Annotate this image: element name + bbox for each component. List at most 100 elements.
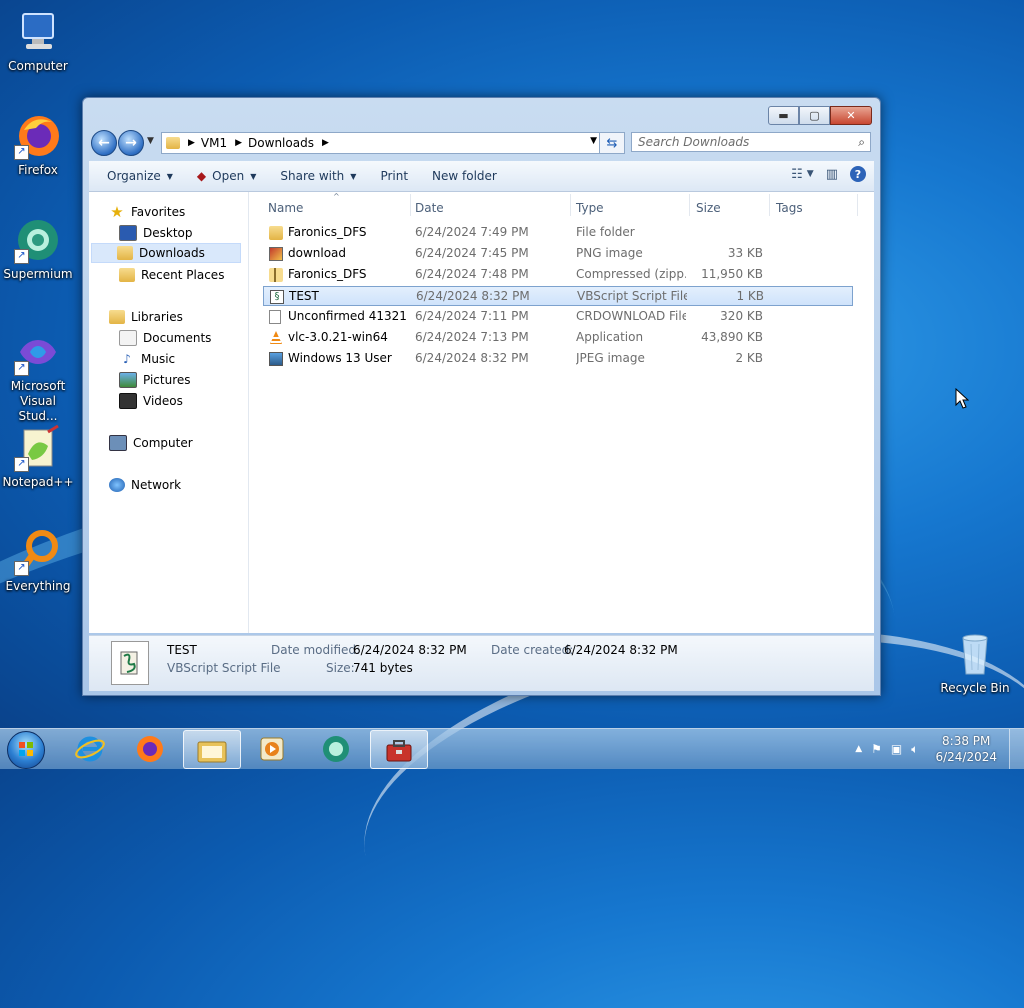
column-header-name[interactable]: Name — [268, 198, 303, 218]
print-button[interactable]: Print — [368, 169, 420, 183]
column-header-tags[interactable]: Tags — [776, 198, 803, 218]
help-icon[interactable]: ? — [850, 166, 866, 182]
view-options-dropdown[interactable]: ▼ — [807, 169, 814, 179]
file-type: File folder — [576, 225, 635, 239]
folder-icon — [269, 226, 283, 240]
navigation-pane: ★ Favorites Desktop Downloads Recent Plac… — [89, 192, 249, 633]
maximize-button[interactable]: ▢ — [799, 106, 830, 125]
show-desktop-button[interactable] — [1009, 729, 1024, 769]
taskbar-internet-explorer[interactable] — [62, 730, 118, 767]
nav-downloads[interactable]: Downloads — [91, 243, 241, 263]
column-header-type[interactable]: Type — [576, 198, 604, 218]
breadcrumb-arrow-icon[interactable]: ▶ — [322, 138, 329, 148]
nav-videos[interactable]: Videos — [119, 391, 183, 411]
nav-recent-places[interactable]: Recent Places — [119, 265, 224, 285]
file-type: VBScript Script File — [577, 289, 687, 303]
volume-muted-icon[interactable]: 🔈︎ — [911, 742, 918, 757]
nav-label: Documents — [143, 331, 212, 345]
file-name: Faronics_DFS — [288, 225, 367, 239]
desktop-icon-firefox[interactable]: ↗ Firefox — [0, 112, 76, 178]
refresh-button[interactable]: ⇆ — [599, 132, 625, 154]
nav-label: Favorites — [131, 205, 186, 219]
mouse-cursor-icon — [955, 388, 969, 409]
documents-icon — [119, 330, 137, 346]
new-folder-button[interactable]: New folder — [420, 169, 509, 183]
breadcrumb-vm1[interactable]: VM1 — [201, 136, 227, 150]
nav-music[interactable]: ♪ Music — [119, 349, 175, 369]
share-with-button[interactable]: Share with ▼ — [268, 169, 368, 183]
file-row[interactable]: download 6/24/2024 7:45 PM PNG image 33 … — [263, 244, 853, 264]
taskbar-supermium[interactable] — [308, 730, 364, 767]
column-divider[interactable] — [857, 194, 858, 216]
change-view-icon[interactable]: ☷ — [791, 167, 803, 182]
breadcrumb-downloads[interactable]: Downloads — [248, 136, 314, 150]
taskbar-media-player[interactable] — [244, 730, 300, 767]
search-icon[interactable]: ⌕ — [858, 135, 865, 150]
clock[interactable]: 8:38 PM 6/24/2024 — [935, 733, 997, 765]
column-divider[interactable] — [410, 194, 411, 216]
nav-computer[interactable]: Computer — [109, 433, 193, 453]
column-divider[interactable] — [769, 194, 770, 216]
desktop-icon-label: Firefox — [18, 163, 58, 177]
show-hidden-icons-arrow[interactable]: ▲ — [855, 744, 862, 754]
start-button[interactable] — [7, 731, 45, 769]
desktop-icon-label: Recycle Bin — [940, 681, 1010, 695]
breadcrumb-arrow-icon[interactable]: ▶ — [188, 138, 195, 148]
file-row-selected[interactable]: § TEST 6/24/2024 8:32 PM VBScript Script… — [263, 286, 853, 306]
address-history-dropdown[interactable]: ▼ — [590, 136, 597, 146]
action-center-flag-icon[interactable]: ⚑ — [871, 742, 882, 756]
column-header-date[interactable]: Date — [415, 198, 444, 218]
close-button[interactable]: ✕ — [830, 106, 872, 125]
firefox-icon — [137, 735, 163, 762]
recent-pages-dropdown[interactable]: ▼ — [147, 136, 154, 146]
file-row[interactable]: Faronics_DFS 6/24/2024 7:49 PM File fold… — [263, 223, 853, 243]
nav-pictures[interactable]: Pictures — [119, 370, 191, 390]
shortcut-arrow-icon: ↗ — [14, 249, 29, 264]
desktop-icon-label: Notepad++ — [2, 475, 74, 489]
address-bar[interactable]: ▶ VM1 ▶ Downloads ▶ ▼ — [161, 132, 600, 154]
organize-button[interactable]: Organize ▼ — [89, 169, 185, 183]
taskbar-firefox[interactable] — [122, 730, 178, 767]
nav-libraries[interactable]: Libraries — [109, 307, 183, 327]
file-row[interactable]: Faronics_DFS 6/24/2024 7:48 PM Compresse… — [263, 265, 853, 285]
open-button[interactable]: ◆ Open ▼ — [185, 169, 268, 183]
desktop-icon-everything[interactable]: ↗ Everything — [0, 528, 76, 594]
column-header-size[interactable]: Size — [696, 198, 721, 218]
supermium-icon: ↗ — [14, 216, 62, 264]
column-divider[interactable] — [570, 194, 571, 216]
file-size: 43,890 KB — [701, 330, 763, 344]
search-box[interactable]: Search Downloads ⌕ — [631, 132, 871, 152]
vlc-icon — [270, 331, 282, 344]
desktop-icon-label: Supermium — [3, 267, 73, 281]
nav-favorites[interactable]: ★ Favorites — [109, 202, 185, 222]
window-controls: ▬ ▢ ✕ — [768, 106, 872, 125]
desktop-icon-recycle-bin[interactable]: Recycle Bin — [937, 630, 1013, 696]
desktop-icon-visual-studio[interactable]: ↗ Microsoft Visual Stud... — [0, 328, 76, 424]
minimize-button[interactable]: ▬ — [768, 106, 799, 125]
taskbar-toolbox[interactable] — [370, 730, 428, 769]
system-tray: ▲ ⚑ ▣ 🔈︎ 8:38 PM 6/24/2024 — [855, 729, 1024, 769]
nav-documents[interactable]: Documents — [119, 328, 211, 348]
nav-desktop[interactable]: Desktop — [119, 223, 193, 243]
forward-button[interactable]: → — [118, 130, 144, 156]
desktop-icon-computer[interactable]: Computer — [0, 8, 76, 74]
nav-label: Downloads — [139, 246, 205, 260]
desktop-icon-supermium[interactable]: ↗ Supermium — [0, 216, 76, 282]
nav-network[interactable]: Network — [109, 475, 181, 495]
file-row[interactable]: Windows 13 User 6/24/2024 8:32 PM JPEG i… — [263, 349, 853, 369]
file-name: vlc-3.0.21-win64 — [288, 330, 388, 344]
file-name: Unconfirmed 41321... — [288, 309, 406, 323]
file-size: 11,950 KB — [701, 267, 763, 281]
back-button[interactable]: ← — [91, 130, 117, 156]
file-row[interactable]: Unconfirmed 41321... 6/24/2024 7:11 PM C… — [263, 307, 853, 327]
desktop-icon-notepadpp[interactable]: ↗ Notepad++ — [0, 424, 76, 490]
network-tray-icon[interactable]: ▣ — [891, 742, 902, 756]
preview-pane-icon[interactable]: ▥ — [826, 167, 838, 182]
taskbar-file-explorer[interactable] — [183, 730, 241, 769]
computer-icon — [14, 8, 62, 56]
vbscript-icon — [111, 641, 149, 685]
column-divider[interactable] — [689, 194, 690, 216]
breadcrumb-arrow-icon[interactable]: ▶ — [235, 138, 242, 148]
file-type: CRDOWNLOAD File — [576, 309, 686, 323]
file-row[interactable]: vlc-3.0.21-win64 6/24/2024 7:13 PM Appli… — [263, 328, 853, 348]
